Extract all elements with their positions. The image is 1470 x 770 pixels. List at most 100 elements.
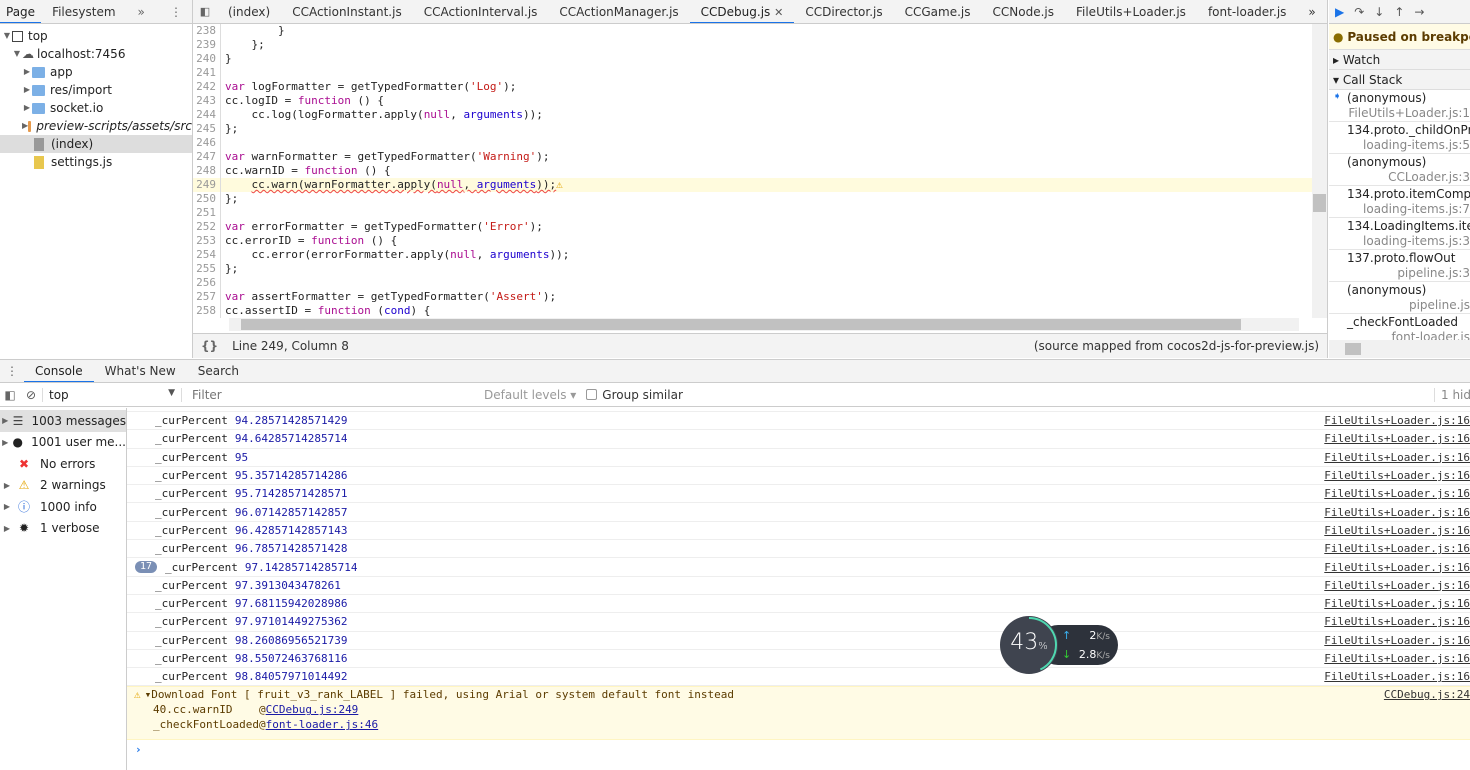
code-line[interactable]: 245}; xyxy=(193,122,1313,136)
source-link[interactable]: FileUtils+Loader.js:16 xyxy=(1324,414,1470,427)
expand-arrow-icon[interactable]: ▶ xyxy=(22,63,32,81)
line-number[interactable]: 255 xyxy=(193,262,221,276)
editor-tab[interactable]: CCNode.js xyxy=(982,0,1065,23)
console-message[interactable]: _curPercent 97.97101449275362 FileUtils+Lo… xyxy=(127,613,1470,632)
code-line[interactable]: 254 cc.error(errorFormatter.apply(null, … xyxy=(193,248,1313,262)
line-number[interactable]: 253 xyxy=(193,234,221,248)
source-link[interactable]: FileUtils+Loader.js:16 xyxy=(1324,432,1470,445)
expand-arrow-icon[interactable]: ▶ xyxy=(0,438,10,447)
console-message[interactable]: _curPercent 96.42857142857143 FileUtils+Lo… xyxy=(127,522,1470,541)
expand-arrow-icon[interactable]: ▶ xyxy=(22,99,32,117)
source-link[interactable]: FileUtils+Loader.js:16 xyxy=(1324,579,1470,592)
console-message[interactable]: _curPercent 98.55072463768116 FileUtils+Lo… xyxy=(127,650,1470,669)
editor-tab[interactable]: CCGame.js xyxy=(894,0,982,23)
tree-item[interactable]: (index) xyxy=(0,135,192,153)
call-frame[interactable]: 137.proto.flowOut pipeline.js:3 xyxy=(1329,250,1470,282)
call-frame[interactable]: 134.proto.itemCompletloading-items.js:7 xyxy=(1329,186,1470,218)
vertical-scrollbar[interactable] xyxy=(1312,24,1327,318)
source-link[interactable]: FileUtils+Loader.js:16 xyxy=(1324,634,1470,647)
line-number[interactable]: 240 xyxy=(193,52,221,66)
code-line[interactable]: 244 cc.log(logFormatter.apply(null, argu… xyxy=(193,108,1313,122)
close-tab-icon[interactable]: ✕ xyxy=(774,6,783,19)
step-icon[interactable]: → xyxy=(1414,5,1424,19)
console-message[interactable]: _curPercent 95.71428571428571 FileUtils+Lo… xyxy=(127,485,1470,504)
code-view[interactable]: 238 } 239 }; 240} 241 242 var logFormatter = … xyxy=(193,24,1313,318)
editor-tab[interactable]: CCDebug.js ✕ xyxy=(689,0,795,23)
step-over-icon[interactable]: ↷ xyxy=(1354,5,1364,19)
call-frame[interactable]: (anonymous) CCLoader.js:3 xyxy=(1329,154,1470,186)
console-filter-item[interactable]: ✖ No errors xyxy=(0,453,126,475)
line-number[interactable]: 243 xyxy=(193,94,221,108)
line-number[interactable]: 256 xyxy=(193,276,221,290)
menu-icon[interactable]: ⋮ xyxy=(170,5,192,19)
tree-item[interactable]: ▶ app xyxy=(0,63,192,81)
drawer-tab[interactable]: Search xyxy=(187,360,250,382)
code-line[interactable]: 256 xyxy=(193,276,1313,290)
code-line[interactable]: 240} xyxy=(193,52,1313,66)
console-filter-item[interactable]: ▶ ⚠ 2 warnings xyxy=(0,475,126,497)
tree-item[interactable]: ▼ ☁ localhost:7456 xyxy=(0,45,192,63)
source-link[interactable]: FileUtils+Loader.js:16 xyxy=(1324,451,1470,464)
source-link[interactable]: FileUtils+Loader.js:16 xyxy=(1324,487,1470,500)
console-message[interactable]: _curPercent 96.07142857142857 FileUtils+Lo… xyxy=(127,503,1470,522)
source-link[interactable]: FileUtils+Loader.js:16 xyxy=(1324,561,1470,574)
tab-filesystem[interactable]: Filesystem xyxy=(41,0,126,23)
tab-page[interactable]: Page xyxy=(0,0,42,23)
line-number[interactable]: 239 xyxy=(193,38,221,52)
code-line[interactable]: 255}; xyxy=(193,262,1313,276)
line-number[interactable]: 238 xyxy=(193,24,221,38)
editor-tab[interactable]: FileUtils+Loader.js xyxy=(1065,0,1197,23)
line-number[interactable]: 252 xyxy=(193,220,221,234)
tree-item[interactable]: ▶ socket.io xyxy=(0,99,192,117)
resume-icon[interactable]: ▶ xyxy=(1335,5,1344,19)
console-message[interactable]: _curPercent 97.3913043478261 FileUtils+Loa… xyxy=(127,577,1470,595)
clear-console-icon[interactable]: ⊘ xyxy=(20,388,42,402)
code-line[interactable]: 242 var logFormatter = getTypedFormatter(… xyxy=(193,80,1313,94)
source-link[interactable]: FileUtils+Loader.js:16 xyxy=(1324,670,1470,683)
editor-tab[interactable]: CCActionInterval.js xyxy=(413,0,549,23)
code-line[interactable]: 258 cc.assertID = function (cond) { xyxy=(193,304,1313,318)
watch-section[interactable]: ▸ Watch xyxy=(1329,50,1470,70)
code-line[interactable]: 253 cc.errorID = function () { xyxy=(193,234,1313,248)
tree-item[interactable]: ▶ preview-scripts/assets/src xyxy=(0,117,192,135)
call-frame[interactable]: 134.proto._childOnProgloading-items.js:5 xyxy=(1329,122,1470,154)
line-number[interactable]: 242 xyxy=(193,80,221,94)
console-message[interactable]: _curPercent 95.35714285714286 FileUtils+Lo… xyxy=(127,467,1470,486)
toggle-navigator-icon[interactable]: ◧ xyxy=(193,5,217,18)
line-number[interactable]: 244 xyxy=(193,108,221,122)
context-selector[interactable]: top ▼ xyxy=(42,387,182,402)
source-link[interactable]: FileUtils+Loader.js:16 xyxy=(1324,524,1470,537)
call-frame[interactable]: (anonymous) pipeline.js xyxy=(1329,282,1470,314)
line-number[interactable]: 250 xyxy=(193,192,221,206)
code-line[interactable]: 249 cc.warn(warnFormatter.apply(null, ar… xyxy=(193,178,1313,192)
horizontal-scrollbar[interactable] xyxy=(229,318,1299,331)
line-number[interactable]: 248 xyxy=(193,164,221,178)
console-filter-item[interactable]: ▶ ✹ 1 verbose xyxy=(0,518,126,540)
filter-input[interactable] xyxy=(188,384,478,405)
editor-tab[interactable]: CCActionInstant.js xyxy=(281,0,413,23)
call-frame[interactable]: 134.LoadingItems.itemCloading-items.js:3 xyxy=(1329,218,1470,250)
source-link[interactable]: FileUtils+Loader.js:16 xyxy=(1324,597,1470,610)
warning-source-link[interactable]: CCDebug.js:24 xyxy=(1384,687,1470,702)
source-link[interactable]: FileUtils+Loader.js:16 xyxy=(1324,615,1470,628)
editor-tab[interactable]: CCDirector.js xyxy=(794,0,893,23)
call-stack-section[interactable]: ▾ Call Stack xyxy=(1329,70,1470,90)
console-filter-item[interactable]: ▶ ☰ 1003 messages xyxy=(0,410,126,432)
console-message[interactable]: _curPercent 97.68115942028986 FileUtils+Lo… xyxy=(127,595,1470,614)
code-line[interactable]: 247 var warnFormatter = getTypedFormatter… xyxy=(193,150,1313,164)
source-link[interactable]: FileUtils+Loader.js:16 xyxy=(1324,506,1470,519)
source-link[interactable]: FileUtils+Loader.js:16 xyxy=(1324,652,1470,665)
expand-arrow-icon[interactable]: ▼ xyxy=(2,27,12,45)
editor-tab[interactable]: CCActionManager.js xyxy=(548,0,689,23)
code-line[interactable]: 243 cc.logID = function () { xyxy=(193,94,1313,108)
editor-tab[interactable]: font-loader.js xyxy=(1197,0,1297,23)
step-out-icon[interactable]: ↑ xyxy=(1394,5,1404,19)
code-line[interactable]: 252 var errorFormatter = getTypedFormatte… xyxy=(193,220,1313,234)
line-number[interactable]: 247 xyxy=(193,150,221,164)
console-message[interactable]: _curPercent 98.84057971014492 FileUtils+Lo… xyxy=(127,668,1470,687)
expand-arrow-icon[interactable]: ▼ xyxy=(12,45,22,63)
console-filter-item[interactable]: ▶ ● 1001 user me... xyxy=(0,432,126,454)
pretty-print-icon[interactable]: {} xyxy=(201,339,218,353)
line-number[interactable]: 254 xyxy=(193,248,221,262)
stack-link[interactable]: font-loader.js:46 xyxy=(266,718,379,731)
